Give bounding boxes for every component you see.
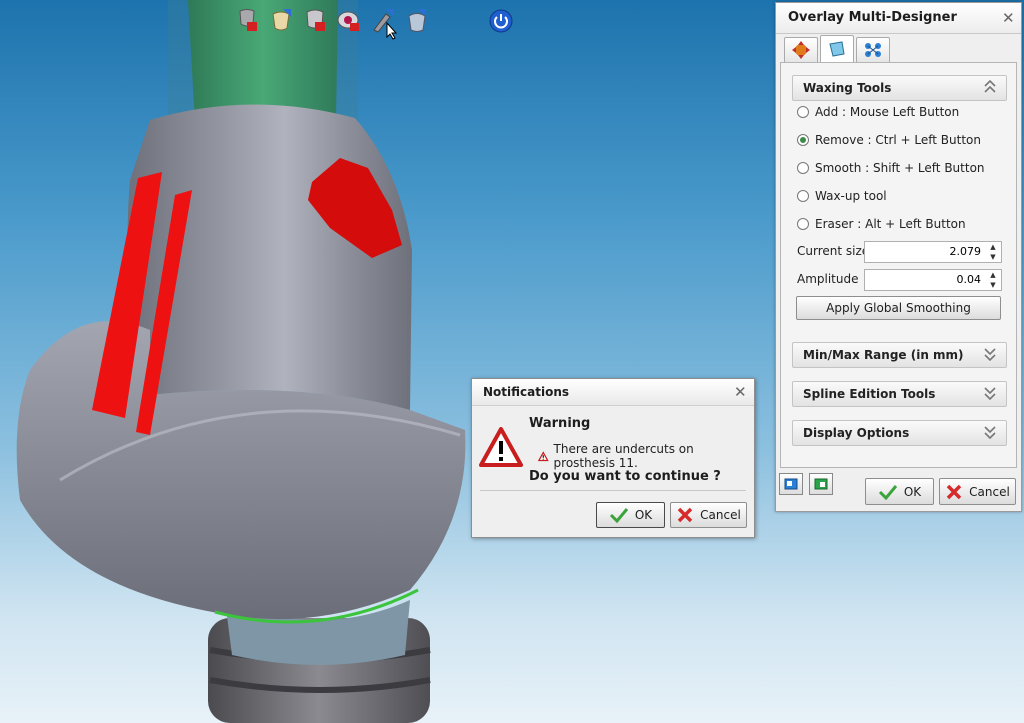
section-label: Display Options bbox=[803, 426, 910, 440]
panel-ok-button[interactable]: OK bbox=[865, 478, 934, 505]
tooth-shape-icon[interactable] bbox=[402, 6, 432, 36]
section-label: Spline Edition Tools bbox=[803, 387, 936, 401]
apply-global-smoothing-button[interactable]: Apply Global Smoothing bbox=[796, 296, 1001, 320]
dialog-question: Do you want to continue ? bbox=[529, 469, 721, 484]
amplitude-label: Amplitude bbox=[797, 272, 859, 286]
tab-wax-tools[interactable] bbox=[820, 35, 854, 62]
radio-eraser[interactable]: Eraser : Alt + Left Button bbox=[797, 215, 966, 233]
radio-circle bbox=[797, 106, 809, 118]
radio-circle bbox=[797, 218, 809, 230]
top-toolbar bbox=[232, 4, 516, 38]
mouse-cursor-icon bbox=[386, 22, 398, 40]
move-icon bbox=[792, 41, 810, 59]
window-icon bbox=[784, 478, 798, 490]
window-green-icon bbox=[814, 478, 828, 490]
spin-down-icon[interactable]: ▼ bbox=[987, 280, 999, 289]
panel-title-bar: Overlay Multi-Designer ✕ bbox=[776, 3, 1021, 34]
dialog-ok-button[interactable]: OK bbox=[596, 502, 665, 528]
check-icon bbox=[878, 484, 897, 500]
radio-circle bbox=[797, 162, 809, 174]
cancel-label: Cancel bbox=[700, 508, 741, 522]
section-waxing-tools[interactable]: Waxing Tools bbox=[792, 75, 1007, 101]
panel-close-icon[interactable]: ✕ bbox=[1002, 11, 1015, 26]
tooth-cut-icon[interactable] bbox=[300, 6, 330, 36]
dialog-cancel-button[interactable]: Cancel bbox=[670, 502, 747, 528]
tab-content: Waxing Tools Min/Max Range (in mm) Splin… bbox=[780, 62, 1017, 468]
ok-label: OK bbox=[634, 508, 653, 522]
dialog-heading: Warning bbox=[529, 416, 591, 431]
chevron-down-icon bbox=[984, 348, 996, 362]
section-label: Min/Max Range (in mm) bbox=[803, 348, 964, 362]
nodes-icon bbox=[865, 43, 881, 57]
amplitude-spinner[interactable]: ▲ ▼ bbox=[864, 269, 1002, 291]
wax-tool-icon bbox=[829, 41, 845, 57]
tooth-view-icon[interactable] bbox=[334, 6, 364, 36]
section-display-options[interactable]: Display Options bbox=[792, 420, 1007, 446]
cancel-label: Cancel bbox=[969, 484, 1010, 499]
dialog-title-bar: Notifications ✕ bbox=[472, 379, 754, 406]
tab-nodes[interactable] bbox=[856, 37, 890, 62]
dialog-separator bbox=[480, 490, 746, 491]
spin-up-icon[interactable]: ▲ bbox=[987, 270, 999, 279]
tooth-add-icon[interactable] bbox=[266, 6, 296, 36]
chevron-down-icon bbox=[984, 387, 996, 401]
panel-tabs bbox=[784, 35, 890, 62]
radio-label: Eraser : Alt + Left Button bbox=[815, 217, 966, 231]
panel-title: Overlay Multi-Designer bbox=[788, 10, 957, 25]
check-icon bbox=[609, 508, 628, 523]
dialog-close-icon[interactable]: ✕ bbox=[734, 385, 747, 400]
radio-wax-up[interactable]: Wax-up tool bbox=[797, 187, 887, 205]
cross-icon bbox=[677, 507, 693, 523]
radio-remove[interactable]: Remove : Ctrl + Left Button bbox=[797, 131, 981, 149]
view-left-button[interactable] bbox=[779, 473, 803, 495]
current-size-label: Current size bbox=[797, 244, 870, 258]
dialog-message: There are undercuts on prosthesis 11. bbox=[538, 442, 754, 470]
view-right-button[interactable] bbox=[809, 473, 833, 495]
ok-label: OK bbox=[903, 484, 922, 499]
dialog-message-text: There are undercuts on prosthesis 11. bbox=[553, 442, 694, 470]
dialog-title: Notifications bbox=[483, 385, 570, 399]
radio-circle bbox=[797, 190, 809, 202]
section-min-max-range[interactable]: Min/Max Range (in mm) bbox=[792, 342, 1007, 368]
cross-icon bbox=[946, 484, 962, 499]
small-warning-icon bbox=[538, 450, 549, 461]
section-label: Waxing Tools bbox=[803, 81, 892, 95]
panel-cancel-button[interactable]: Cancel bbox=[939, 478, 1016, 505]
radio-smooth[interactable]: Smooth : Shift + Left Button bbox=[797, 159, 985, 177]
current-size-input[interactable] bbox=[865, 242, 985, 260]
radio-circle bbox=[797, 134, 809, 146]
radio-label: Add : Mouse Left Button bbox=[815, 105, 960, 119]
radio-label: Wax-up tool bbox=[815, 189, 887, 203]
notifications-dialog: Notifications ✕ Warning There are underc… bbox=[471, 378, 755, 538]
current-size-spinner[interactable]: ▲ ▼ bbox=[864, 241, 1002, 263]
radio-label: Smooth : Shift + Left Button bbox=[815, 161, 985, 175]
chevron-down-icon bbox=[984, 426, 996, 440]
radio-label: Remove : Ctrl + Left Button bbox=[815, 133, 981, 147]
warning-icon bbox=[479, 427, 523, 467]
chevron-up-icon bbox=[984, 79, 996, 93]
amplitude-input[interactable] bbox=[865, 270, 985, 288]
tooth-remove-icon[interactable] bbox=[232, 6, 262, 36]
spin-up-icon[interactable]: ▲ bbox=[987, 242, 999, 251]
spin-down-icon[interactable]: ▼ bbox=[987, 252, 999, 261]
section-spline-edition-tools[interactable]: Spline Edition Tools bbox=[792, 381, 1007, 407]
power-icon[interactable] bbox=[486, 6, 516, 36]
tab-move[interactable] bbox=[784, 37, 818, 62]
radio-add[interactable]: Add : Mouse Left Button bbox=[797, 103, 959, 121]
